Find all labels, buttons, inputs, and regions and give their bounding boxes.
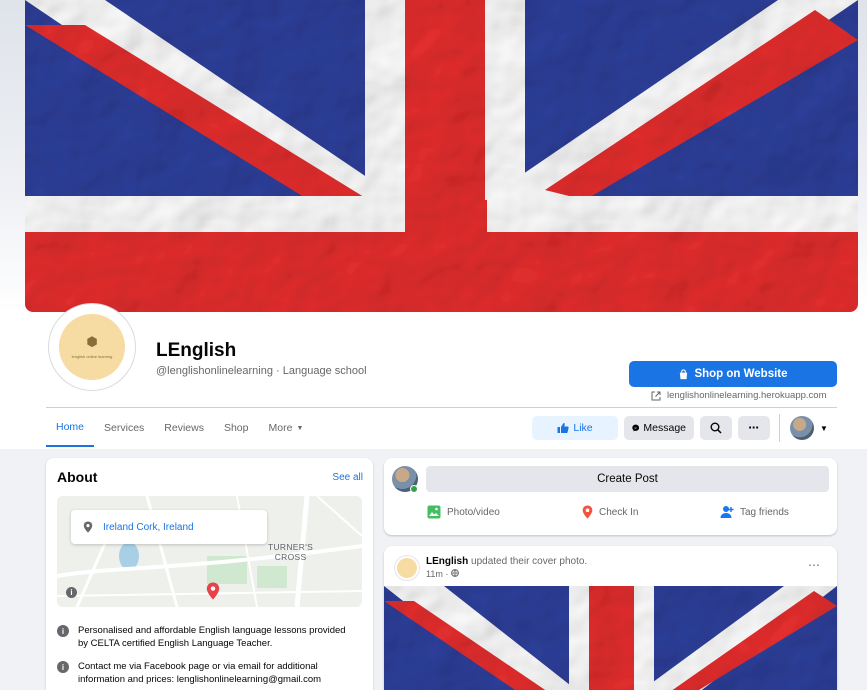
tab-shop-label: Shop [223,422,249,434]
avatar-logo: ⬢ lenglish online learning [59,314,125,380]
website-url: lenglishonlinelearning.herokuapp.com [667,390,827,401]
photo-icon [427,505,441,519]
location-pin-icon [582,505,593,519]
post-cover-photo[interactable] [384,586,837,690]
tab-shop[interactable]: Shop [214,409,259,447]
search-icon [710,422,722,434]
post-header: LEnglish updated their cover photo. [426,556,587,567]
about-contact-row: i Contact me via Facebook page or via em… [57,660,357,686]
page-header: ⬢ lenglish online learning LEnglish @len… [0,0,867,449]
union-jack-image [384,586,837,690]
external-link-icon [651,391,661,400]
tag-friends-button[interactable]: Tag friends [720,505,789,519]
union-jack-image [25,0,858,312]
post-author-avatar[interactable] [394,555,420,581]
see-all-link[interactable]: See all [332,472,363,483]
caret-down-icon: ▼ [296,424,304,432]
photo-video-button[interactable]: Photo/video [427,505,500,519]
map-area-line1: TURNER'S [268,542,314,552]
tab-reviews[interactable]: Reviews [154,409,214,447]
caret-down-icon: ▼ [820,423,828,433]
post-action: updated their cover photo. [471,556,588,567]
tag-friends-icon [720,506,734,518]
like-label: Like [573,422,593,434]
more-options-button[interactable]: ⋯ [738,416,770,440]
create-post-label: Create Post [597,473,658,485]
user-avatar [790,416,814,440]
messenger-icon [632,424,640,432]
profile-switcher[interactable]: ▼ [790,416,828,440]
location-text: Ireland Cork, Ireland [103,521,194,533]
tab-home-label: Home [56,421,85,433]
post-author[interactable]: LEnglish [426,556,468,567]
website-link[interactable]: lenglishonlinelearning.herokuapp.com [651,390,827,401]
map-marker-icon [206,582,220,600]
map-area-line2: CROSS [274,552,307,562]
tab-reviews-label: Reviews [164,422,204,434]
header-divider [46,407,837,408]
about-card: About See all Ireland Cork, Ireland TURN… [46,458,373,690]
location-pin-icon [83,521,93,533]
ellipsis-icon: ⋯ [748,422,760,434]
shop-button-label: Shop on Website [694,368,788,380]
photo-video-label: Photo/video [447,506,500,518]
cover-photo[interactable] [25,0,858,312]
info-icon: i [57,625,69,637]
post-options-icon[interactable]: ⋯ [808,558,821,572]
page-title[interactable]: LEnglish [156,340,236,362]
tag-friends-label: Tag friends [740,506,789,518]
page-subtitle: @lenglishonlinelearning · Language schoo… [156,365,367,377]
shopping-bag-icon [680,368,688,379]
map-location-label[interactable]: Ireland Cork, Ireland [71,510,267,544]
create-post-card: Create Post Photo/video Check In Tag fri… [384,458,837,535]
post-timestamp[interactable]: 11m · [426,569,448,579]
check-in-button[interactable]: Check In [582,505,638,519]
check-in-label: Check In [599,506,639,518]
tab-more-label: More [268,422,293,434]
info-icon: i [57,661,69,673]
feed-post: LEnglish updated their cover photo. 11m … [384,546,837,690]
page-actions: Like Message ⋯ [532,416,770,440]
post-meta: 11m · [426,569,459,579]
shop-on-website-button[interactable]: Shop on Website [629,361,837,387]
tab-more[interactable]: More ▼ [259,409,314,447]
map-info-icon[interactable]: i [66,587,77,598]
page-avatar[interactable]: ⬢ lenglish online learning [48,303,136,391]
tab-services-label: Services [104,422,145,434]
about-contact: Contact me via Facebook page or via emai… [78,661,322,685]
map-area-label: TURNER'S CROSS [268,542,313,562]
tab-home[interactable]: Home [46,409,95,447]
location-map[interactable]: Ireland Cork, Ireland TURNER'S CROSS i [57,496,362,607]
online-status-dot [410,485,418,493]
page-tabs: Home Services Reviews Shop More ▼ [46,409,313,449]
message-button[interactable]: Message [624,416,694,440]
globe-icon [450,569,459,577]
tab-services[interactable]: Services [94,409,154,447]
thumbs-up-icon [557,423,570,433]
about-description-row: i Personalised and affordable English la… [57,624,357,650]
message-label: Message [643,422,686,434]
about-description: Personalised and affordable English lang… [78,625,346,649]
avatar-caption: lenglish online learning [71,354,113,359]
author-logo [397,558,417,578]
facebook-page: ⬢ lenglish online learning LEnglish @len… [0,0,867,690]
search-button[interactable] [700,416,732,440]
box-icon: ⬢ [86,334,98,349]
create-post-button[interactable]: Create Post [426,466,829,492]
about-title: About [57,469,98,485]
actions-separator [779,414,780,442]
like-button[interactable]: Like [532,416,618,440]
